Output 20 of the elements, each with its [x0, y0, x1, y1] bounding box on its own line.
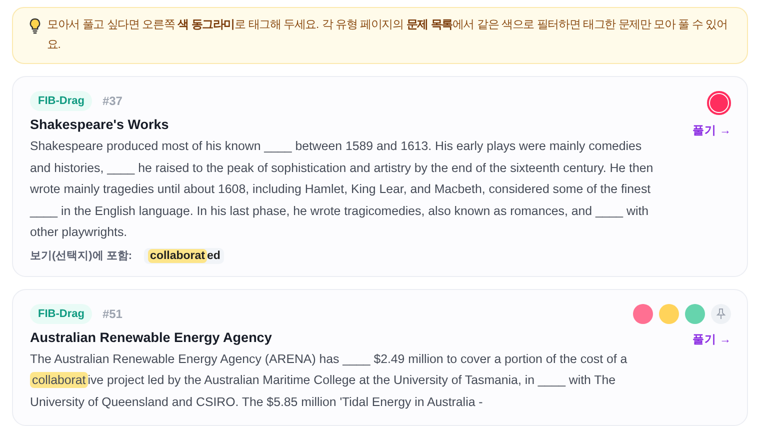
passage-text: Shakespeare produced most of his known ____ between 1589 and 1613. His early plays were mainly comedies and histories, ____ he raised to the peak of sophistication and artistry by the end of the sixteenth century. He then wrote mainly tragedies until about 1608, including Hamlet, King Lear, and Macbeth, considered some of the finest ____ in the English language. In his last phase, he wrote tragicomedies, also known as romances, and ____ with other playwrights.: [30, 138, 654, 241]
type-badge: FIB-Drag: [30, 304, 92, 324]
solve-link[interactable]: 풀기 →: [692, 123, 731, 138]
tip-text: 모아서 풀고 싶다면 오른쪽 색 동그라미로 태그해 두세요. 각 유형 페이지의 문제 목록에서 같은 색으로 필터하면 태그한 문제만 모아 풀 수 있어요.: [47, 18, 728, 52]
choice-chip: collaborat ed: [144, 248, 224, 264]
passage-text: The Australian Renewable Energy Agency (ARENA) has ____ $2.49 million to cover a portion of the cost of a collaborat ive project led by the Australian Maritime College at the University of Tasmania, in ____ with The University of Queensland and CSIRO. The $5.85 million 'Tidal Energy in Australia -: [30, 350, 628, 411]
question-title: Australian Renewable Energy Agency: [30, 330, 273, 344]
solve-link[interactable]: 풀기 →: [692, 332, 731, 346]
pushpin-icon: [716, 308, 726, 320]
color-tag-dot[interactable]: [633, 304, 653, 324]
question-title: Shakespeare's Works: [30, 117, 170, 132]
color-tag-dot[interactable]: [707, 91, 731, 115]
color-tag-dot[interactable]: [659, 304, 679, 324]
question-number: #37: [102, 94, 122, 108]
choices-label: 보기(선택지)에 포함:: [30, 249, 132, 263]
lightbulb-icon: [29, 18, 41, 34]
question-number: #51: [102, 306, 122, 320]
color-tag-dot[interactable]: [685, 304, 705, 324]
type-badge: FIB-Drag: [30, 91, 92, 111]
pin-button[interactable]: [711, 304, 731, 324]
